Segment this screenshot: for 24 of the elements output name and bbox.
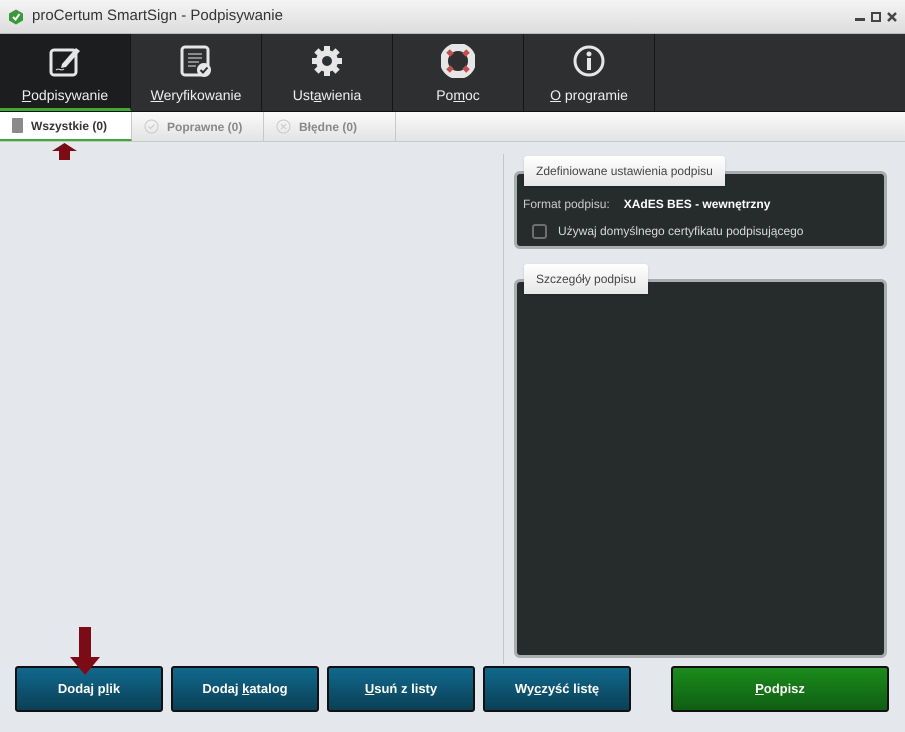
- sign-button[interactable]: Podpisz: [671, 666, 889, 712]
- action-button[interactable]: Dodaj plik: [15, 666, 163, 712]
- app-logo-icon: [8, 8, 24, 24]
- format-value: XAdES BES - wewnętrzny: [624, 196, 770, 213]
- window-title: proCertum SmartSign - Podpisywanie: [32, 6, 283, 26]
- settings-icon: [310, 44, 344, 78]
- check-circle-icon: [144, 119, 159, 134]
- format-label: Format podpisu:: [523, 196, 610, 213]
- action-button[interactable]: Dodaj katalog: [171, 666, 319, 712]
- filter-tab[interactable]: Wszystkie (0): [0, 112, 132, 141]
- checkbox-label: Używaj domyślnego certyfikatu podpisującego: [558, 223, 804, 240]
- nav-tab[interactable]: Podpisywanie: [0, 34, 131, 111]
- info-icon: [572, 44, 606, 78]
- checkbox[interactable]: [532, 224, 547, 238]
- lifebuoy-icon: [441, 44, 475, 78]
- document-check-icon: [179, 44, 213, 78]
- action-button[interactable]: Usuń z listy: [327, 666, 475, 712]
- action-button[interactable]: Wyczyść listę: [483, 666, 631, 712]
- maximize-icon[interactable]: [871, 12, 881, 22]
- x-circle-icon: [276, 119, 291, 134]
- arrow-icon: [52, 143, 77, 160]
- arrow-icon: [70, 627, 100, 675]
- close-icon[interactable]: [887, 12, 897, 22]
- document-icon: [12, 118, 23, 133]
